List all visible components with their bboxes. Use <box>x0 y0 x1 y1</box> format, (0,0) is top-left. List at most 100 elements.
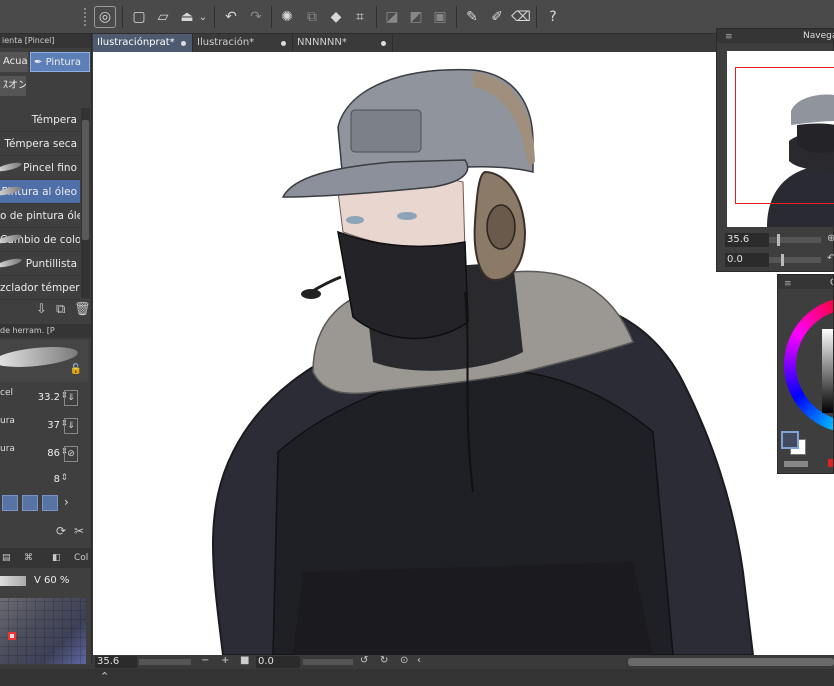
close-icon[interactable] <box>381 41 386 46</box>
horizontal-scrollbar[interactable] <box>628 658 834 666</box>
fill-icon[interactable]: ◆ <box>325 6 347 28</box>
open-folder-icon[interactable]: ▱ <box>152 6 174 28</box>
color-tab-label[interactable]: Col <box>74 548 88 568</box>
property-value[interactable]: 37 <box>47 420 60 431</box>
brush-icon[interactable]: ✐ <box>486 6 508 28</box>
chevron-right-icon[interactable]: › <box>64 495 69 509</box>
navigator-rotation-slider[interactable] <box>769 257 821 263</box>
saturation-value-square[interactable] <box>822 329 833 413</box>
zoom-in-icon[interactable]: + <box>221 655 229 666</box>
menu-icon[interactable]: ≡ <box>784 277 792 291</box>
value-slider[interactable] <box>0 576 26 586</box>
slider-knob[interactable] <box>777 234 780 246</box>
tool-property-tab[interactable]: de herram. [P <box>0 324 91 338</box>
select-transform-icon[interactable]: ⧉ <box>301 6 323 28</box>
settings-icon[interactable]: ⊘ <box>64 446 78 462</box>
color-wheel-panel: ≡ C <box>777 274 834 474</box>
property-value[interactable]: 33.2 <box>38 392 60 403</box>
flip-icon[interactable]: ‹ <box>417 655 421 666</box>
chevron-down-icon[interactable]: ⌄ <box>196 6 210 28</box>
navigator-view-frame[interactable] <box>735 67 834 204</box>
navigator-rotation-field[interactable]: 0.0 <box>725 253 769 267</box>
preset-swatch[interactable] <box>2 495 18 511</box>
loading-spinner-icon[interactable]: ✺ <box>276 6 298 28</box>
brush-item[interactable]: Puntillista <box>0 252 80 276</box>
redo-icon[interactable]: ↷ <box>245 6 267 28</box>
paint-group-button[interactable]: ✒ Pintura <box>30 52 90 72</box>
sub-tool-tab[interactable]: ienta [Pincel] <box>0 34 91 48</box>
color-set-icon[interactable]: ▤ <box>2 548 11 568</box>
doc-tab[interactable]: NNNNNN* <box>293 34 393 52</box>
clip-studio-logo-icon[interactable]: ◎ <box>94 6 116 28</box>
rotate-right-icon[interactable]: ↻ <box>380 655 388 666</box>
color-wheel-title[interactable]: C <box>830 276 833 290</box>
crop-icon[interactable]: ⌗ <box>349 6 371 28</box>
property-value[interactable]: 8 <box>54 474 60 485</box>
close-icon[interactable] <box>181 41 186 46</box>
doc-tab[interactable]: Ilustración* <box>193 34 293 52</box>
expand-up-icon[interactable]: ⌃ <box>100 670 109 683</box>
property-label: ura <box>0 416 15 426</box>
oil-group-button[interactable]: ｽオン <box>0 76 26 96</box>
brush-item[interactable]: Cambio de color <box>0 228 80 252</box>
close-icon[interactable] <box>281 41 286 46</box>
brush-item-selected[interactable]: Pintura al óleo <box>0 180 80 204</box>
brush-item[interactable]: Témpera seca <box>0 132 80 156</box>
brush-stroke-preview <box>0 256 23 270</box>
eraser-icon[interactable]: ⌫ <box>510 6 532 28</box>
zoom-field[interactable]: 35.6 <box>95 656 137 668</box>
pressure-icon[interactable]: ⇓ <box>64 418 78 434</box>
export-icon[interactable]: ⏏ <box>176 6 198 28</box>
new-file-icon[interactable]: ▢ <box>128 6 150 28</box>
help-icon[interactable]: ? <box>542 6 564 28</box>
preset-swatch[interactable] <box>22 495 38 511</box>
history-icon[interactable]: ⌘ <box>24 548 33 568</box>
reset-icon[interactable]: ⟳ <box>56 524 66 538</box>
scrollbar-thumb[interactable] <box>82 120 89 240</box>
brush-preview: 🔓 <box>0 340 88 382</box>
undo-icon[interactable]: ↶ <box>220 6 242 28</box>
brush-item[interactable]: Témpera <box>0 108 80 132</box>
color-panel-icon[interactable]: ◧ <box>52 548 61 568</box>
stepper-icon[interactable]: ⇕ <box>60 473 68 483</box>
pen-icon[interactable]: ✎ <box>461 6 483 28</box>
toolbar-grip[interactable] <box>84 8 90 26</box>
brush-item-label: o de pintura óleo <box>0 210 80 222</box>
lock-icon[interactable]: 🔓 <box>70 364 82 375</box>
reset-rotation-icon[interactable]: ⊙ <box>400 655 408 666</box>
main-color-swatch[interactable] <box>781 431 799 449</box>
fill-inside-icon[interactable]: ◩ <box>405 6 427 28</box>
navigator-panel: Navega ≡ 35.6 ⊕ 0.0 ↶ <box>716 28 834 272</box>
navigator-zoom-field[interactable]: 35.6 <box>725 233 769 247</box>
pressure-icon[interactable]: ⇓ <box>64 390 78 406</box>
property-value[interactable]: 86 <box>47 448 60 459</box>
brush-item[interactable]: zclador témpera <box>0 276 80 300</box>
duplicate-icon[interactable]: ⧉ <box>56 302 65 317</box>
zoom-out-icon[interactable]: − <box>201 655 209 666</box>
color-palette-grid[interactable] <box>0 598 86 664</box>
fit-icon[interactable]: ■ <box>240 655 249 666</box>
sub-tool-panel: ienta [Pincel] Acuar ✒ Pintura ｽオン Témpe… <box>0 34 92 664</box>
rotation-field[interactable]: 0.0 <box>256 656 300 668</box>
brush-item[interactable]: o de pintura óleo <box>0 204 80 228</box>
brush-item[interactable]: Pincel fino <box>0 156 80 180</box>
transparent-color-toggle[interactable] <box>784 461 808 467</box>
import-icon[interactable]: ⇩ <box>36 302 47 317</box>
clear-outside-icon[interactable]: ◪ <box>381 6 403 28</box>
property-label: ura <box>0 444 15 454</box>
layer-mask-icon[interactable]: ▣ <box>429 6 451 28</box>
brush-list-scrollbar[interactable] <box>81 108 90 298</box>
wrench-icon[interactable]: ✂ <box>74 524 84 538</box>
navigator-title[interactable]: Navega <box>717 29 834 43</box>
zoom-in-icon[interactable]: ⊕ <box>827 233 834 244</box>
preset-swatch[interactable] <box>42 495 58 511</box>
doc-tab-active[interactable]: Ilustraciónprat* <box>93 34 193 52</box>
rotate-left-icon[interactable]: ↺ <box>360 655 368 666</box>
zoom-slider[interactable] <box>139 659 191 665</box>
menu-icon[interactable]: ≡ <box>725 32 733 42</box>
watercolor-group-button[interactable]: Acuar <box>0 52 28 72</box>
slider-knob[interactable] <box>781 254 784 266</box>
trash-icon[interactable]: 🗑 <box>74 302 91 317</box>
rotate-left-icon[interactable]: ↶ <box>827 253 834 264</box>
rotation-slider[interactable] <box>303 659 353 665</box>
